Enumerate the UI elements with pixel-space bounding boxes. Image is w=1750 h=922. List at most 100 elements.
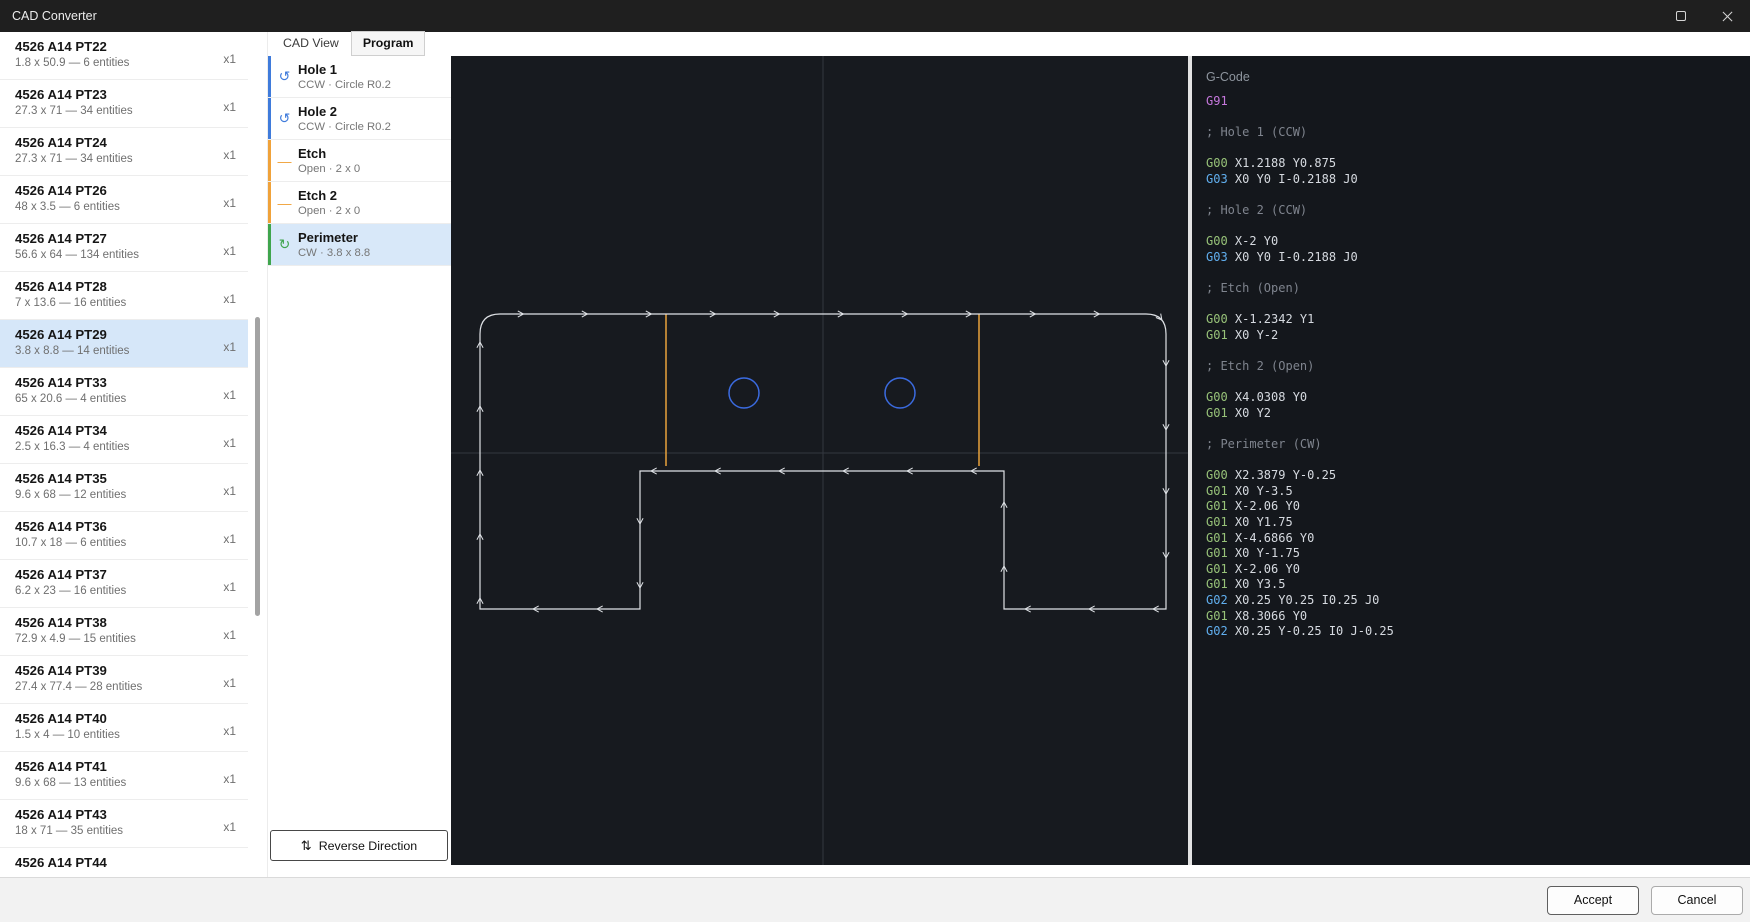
part-detail: 1.8 x 50.9 — 6 entities xyxy=(15,57,223,69)
gcode-args: X0 Y0 I-0.2188 J0 xyxy=(1228,172,1358,186)
part-name: 4526 A14 PT40 xyxy=(15,711,223,726)
part-name: 4526 A14 PT41 xyxy=(15,759,223,774)
operation-title: Perimeter xyxy=(298,230,370,245)
gcode-args: X-2 Y0 xyxy=(1228,234,1279,248)
reverse-direction-button[interactable]: ⇅ Reverse Direction xyxy=(270,830,448,861)
part-list-item[interactable]: 4526 A14 PT44 xyxy=(0,848,248,877)
gcode-command: G01 xyxy=(1206,484,1228,498)
titlebar: CAD Converter xyxy=(0,0,1750,32)
operation-texts: PerimeterCW · 3.8 x 8.8 xyxy=(298,230,370,259)
accept-button[interactable]: Accept xyxy=(1547,886,1639,915)
part-name: 4526 A14 PT38 xyxy=(15,615,223,630)
gcode-title: G-Code xyxy=(1192,56,1750,94)
operation-row[interactable]: —Etch 2Open · 2 x 0 xyxy=(268,182,451,224)
part-list-item[interactable]: 4526 A14 PT2648 x 3.5 — 6 entitiesx1 xyxy=(0,176,248,224)
part-texts: 4526 A14 PT2327.3 x 71 — 34 entities xyxy=(15,87,223,127)
part-detail: 9.6 x 68 — 12 entities xyxy=(15,489,223,501)
maximize-button[interactable] xyxy=(1658,0,1704,32)
part-list-item[interactable]: 4526 A14 PT342.5 x 16.3 — 4 entitiesx1 xyxy=(0,416,248,464)
part-list-item[interactable]: 4526 A14 PT2327.3 x 71 — 34 entitiesx1 xyxy=(0,80,248,128)
gcode-args: X0 Y2 xyxy=(1228,406,1271,420)
gcode-args: X0 Y1.75 xyxy=(1228,515,1293,529)
cad-canvas[interactable] xyxy=(451,56,1188,865)
gcode-line: G01 X-4.6866 Y0 xyxy=(1192,531,1750,547)
part-list-item[interactable]: 4526 A14 PT3365 x 20.6 — 4 entitiesx1 xyxy=(0,368,248,416)
gcode-line: G00 X1.2188 Y0.875 xyxy=(1192,156,1750,172)
gcode-command: G00 xyxy=(1206,390,1228,404)
gcode-line: G00 X4.0308 Y0 xyxy=(1192,390,1750,406)
part-list-item[interactable]: 4526 A14 PT3610.7 x 18 — 6 entitiesx1 xyxy=(0,512,248,560)
gcode-line: G01 X0 Y1.75 xyxy=(1192,515,1750,531)
gcode-command: G00 xyxy=(1206,468,1228,482)
part-texts: 4526 A14 PT342.5 x 16.3 — 4 entities xyxy=(15,423,223,463)
content-row: ↺Hole 1CCW · Circle R0.2↺Hole 2CCW · Cir… xyxy=(268,56,1750,865)
gcode-args: X-2.06 Y0 xyxy=(1228,562,1300,576)
part-list-item[interactable]: 4526 A14 PT4318 x 71 — 35 entitiesx1 xyxy=(0,800,248,848)
part-list-item[interactable]: 4526 A14 PT221.8 x 50.9 — 6 entitiesx1 xyxy=(0,32,248,80)
part-list-item[interactable]: 4526 A14 PT293.8 x 8.8 — 14 entitiesx1 xyxy=(0,320,248,368)
part-texts: 4526 A14 PT359.6 x 68 — 12 entities xyxy=(15,471,223,511)
part-count: x1 xyxy=(223,148,236,162)
sidebar-scrollbar[interactable] xyxy=(248,32,268,877)
part-list-item[interactable]: 4526 A14 PT419.6 x 68 — 13 entitiesx1 xyxy=(0,752,248,800)
gcode-line: G03 X0 Y0 I-0.2188 J0 xyxy=(1192,250,1750,266)
operation-row[interactable]: —EtchOpen · 2 x 0 xyxy=(268,140,451,182)
part-detail: 27.4 x 77.4 — 28 entities xyxy=(15,681,223,693)
gcode-line xyxy=(1192,375,1750,391)
part-name: 4526 A14 PT43 xyxy=(15,807,223,822)
part-list-item[interactable]: 4526 A14 PT3927.4 x 77.4 — 28 entitiesx1 xyxy=(0,656,248,704)
part-count: x1 xyxy=(223,100,236,114)
part-list-item[interactable]: 4526 A14 PT401.5 x 4 — 10 entitiesx1 xyxy=(0,704,248,752)
operation-subtitle: CCW · Circle R0.2 xyxy=(298,121,391,133)
part-count: x1 xyxy=(223,532,236,546)
tab-program[interactable]: Program xyxy=(351,31,426,56)
operation-subtitle: CCW · Circle R0.2 xyxy=(298,79,391,91)
gcode-line: G01 X0 Y-3.5 xyxy=(1192,484,1750,500)
scrollbar-thumb[interactable] xyxy=(255,317,260,616)
part-detail: 65 x 20.6 — 4 entities xyxy=(15,393,223,405)
gcode-line xyxy=(1192,141,1750,157)
gcode-line: G03 X0 Y0 I-0.2188 J0 xyxy=(1192,172,1750,188)
part-name: 4526 A14 PT39 xyxy=(15,663,223,678)
gcode-args: X0 Y-3.5 xyxy=(1228,484,1293,498)
part-texts: 4526 A14 PT2648 x 3.5 — 6 entities xyxy=(15,183,223,223)
gcode-command: G01 xyxy=(1206,499,1228,513)
close-button[interactable] xyxy=(1704,0,1750,32)
gcode-command: G01 xyxy=(1206,328,1228,342)
gcode-command: G02 xyxy=(1206,593,1228,607)
tab-cad-view[interactable]: CAD View xyxy=(271,31,351,56)
part-list-item[interactable]: 4526 A14 PT287 x 13.6 — 16 entitiesx1 xyxy=(0,272,248,320)
gcode-command: G00 xyxy=(1206,312,1228,326)
gcode-line: G02 X0.25 Y-0.25 I0 J-0.25 xyxy=(1192,624,1750,640)
part-name: 4526 A14 PT33 xyxy=(15,375,223,390)
part-list-item[interactable]: 4526 A14 PT2427.3 x 71 — 34 entitiesx1 xyxy=(0,128,248,176)
part-list-item[interactable]: 4526 A14 PT2756.6 x 64 — 134 entitiesx1 xyxy=(0,224,248,272)
part-texts: 4526 A14 PT293.8 x 8.8 — 14 entities xyxy=(15,327,223,367)
part-name: 4526 A14 PT37 xyxy=(15,567,223,582)
part-detail: 3.8 x 8.8 — 14 entities xyxy=(15,345,223,357)
operation-row[interactable]: ↻PerimeterCW · 3.8 x 8.8 xyxy=(268,224,451,266)
operation-texts: Hole 2CCW · Circle R0.2 xyxy=(298,104,391,133)
operation-row[interactable]: ↺Hole 2CCW · Circle R0.2 xyxy=(268,98,451,140)
window-controls xyxy=(1658,0,1750,32)
hole-circle xyxy=(885,378,915,408)
operation-row[interactable]: ↺Hole 1CCW · Circle R0.2 xyxy=(268,56,451,98)
part-list-item[interactable]: 4526 A14 PT3872.9 x 4.9 — 15 entitiesx1 xyxy=(0,608,248,656)
tabstrip: CAD View Program xyxy=(268,32,1750,56)
operation-texts: Hole 1CCW · Circle R0.2 xyxy=(298,62,391,91)
cad-drawing xyxy=(451,56,1188,865)
part-name: 4526 A14 PT44 xyxy=(15,855,236,870)
part-texts: 4526 A14 PT3610.7 x 18 — 6 entities xyxy=(15,519,223,559)
cancel-button[interactable]: Cancel xyxy=(1651,886,1743,915)
part-name: 4526 A14 PT24 xyxy=(15,135,223,150)
part-list-item[interactable]: 4526 A14 PT359.6 x 68 — 12 entitiesx1 xyxy=(0,464,248,512)
gcode-command: G03 xyxy=(1206,250,1228,264)
gcode-line: G01 X8.3066 Y0 xyxy=(1192,609,1750,625)
part-name: 4526 A14 PT27 xyxy=(15,231,223,246)
gcode-command: G91 xyxy=(1206,94,1228,108)
gcode-line xyxy=(1192,188,1750,204)
operation-subtitle: Open · 2 x 0 xyxy=(298,205,360,217)
gcode-line: ; Perimeter (CW) xyxy=(1192,437,1750,453)
part-list-item[interactable]: 4526 A14 PT376.2 x 23 — 16 entitiesx1 xyxy=(0,560,248,608)
part-name: 4526 A14 PT22 xyxy=(15,39,223,54)
